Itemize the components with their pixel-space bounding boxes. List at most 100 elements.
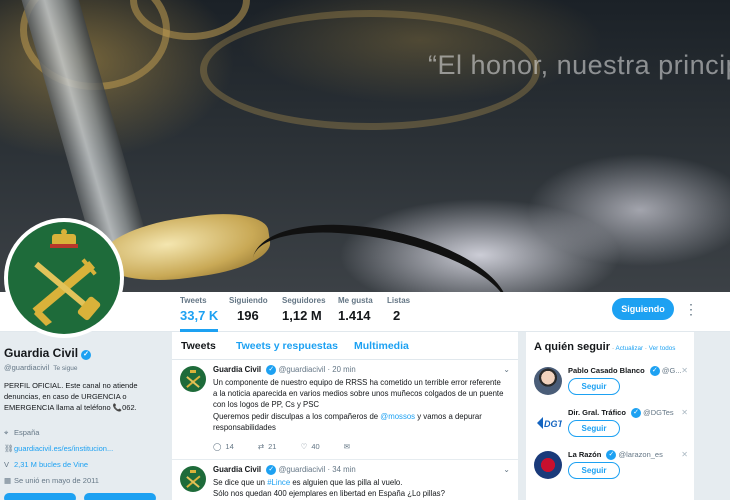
avatar[interactable]	[534, 451, 562, 479]
tab-tweets-replies[interactable]: Tweets y respuestas	[236, 340, 338, 352]
suggestion-handle: @G...	[661, 366, 682, 375]
tweet-text: Un componente de nuestro equipo de RRSS …	[213, 377, 505, 433]
vine-link[interactable]: 2,31 M bucles de Vine	[14, 460, 88, 469]
tweet-actions: ◯ 14 ⇄ 21 ♡ 40 ✉	[213, 442, 376, 451]
link-icon: ⛓	[4, 444, 14, 453]
retweet-button[interactable]: ⇄ 21	[258, 442, 277, 451]
tweet-time[interactable]: · 34 min	[328, 465, 356, 474]
calendar-icon: ▦	[4, 476, 12, 485]
tab-tweets[interactable]: Tweets	[181, 340, 216, 352]
retweet-icon: ⇄	[257, 442, 265, 451]
follow-button[interactable]: Seguir	[568, 420, 620, 437]
verified-badge-icon: ✓	[266, 465, 277, 475]
profile-card: Guardia Civil ✓ @guardiacivil Te sigue PE…	[0, 332, 168, 500]
send-message-button[interactable]	[84, 493, 156, 500]
verified-badge-icon: ✓	[631, 408, 642, 418]
follow-button[interactable]: Seguir	[568, 378, 620, 395]
tweet-handle[interactable]: @guardiacivil	[278, 465, 325, 474]
suggestion-handle: @DGTes	[643, 408, 674, 417]
tweet-author[interactable]: Guardia Civil	[213, 365, 261, 374]
location-pin-icon: ⌖	[4, 428, 9, 437]
stat-value: 2	[393, 308, 401, 323]
suggestion-display-name[interactable]: Pablo Casado Blanco	[568, 366, 645, 375]
stat-value: 33,7 K	[180, 308, 219, 323]
who-to-follow: A quién seguir · Actualizar · Ver todos …	[526, 332, 694, 500]
heart-icon: ♡	[300, 442, 308, 451]
profile-avatar[interactable]	[4, 218, 124, 338]
reply-icon: ◯	[213, 442, 222, 451]
hashtag-link[interactable]: #Lince	[267, 478, 290, 487]
more-options-icon[interactable]: ⋮	[684, 300, 698, 318]
website-link[interactable]: guardiacivil.es/es/institucion...	[14, 444, 113, 453]
stat-lists[interactable]: Listas 2	[387, 296, 410, 323]
avatar[interactable]: DGT	[534, 409, 562, 437]
wtf-links: · Actualizar · Ver todos	[612, 345, 676, 352]
suggestion-handle: @larazon_es	[618, 450, 663, 459]
suggestion-item: DGT Dir. Gral. Tráfico ✓ @DGTes Seguir ✕	[526, 406, 694, 448]
stat-label: Listas	[387, 296, 411, 305]
profile-website: ⛓guardiacivil.es/es/institucion...	[4, 444, 113, 453]
chevron-down-icon[interactable]: ⌄	[503, 365, 510, 374]
suggestion-item: La Razón ✓ @larazon_es Seguir ✕	[526, 448, 694, 490]
view-all-link[interactable]: Ver todos	[649, 345, 676, 352]
tweet-paragraph: Se dice que un #Lince es alguien que las…	[213, 477, 505, 488]
verified-badge-icon: ✓	[649, 366, 660, 376]
verified-badge-icon: ✓	[606, 450, 617, 460]
dgt-logo-icon: DGT	[537, 417, 562, 429]
stat-value: 1.414	[338, 308, 371, 323]
follows-you-badge: Te sigue	[53, 365, 78, 372]
close-icon[interactable]: ✕	[681, 366, 688, 375]
suggestion-display-name[interactable]: La Razón	[568, 450, 601, 459]
profile-location: ⌖ España	[4, 428, 39, 438]
wtf-title: A quién seguir	[534, 341, 610, 353]
tweet-handle[interactable]: @guardiacivil	[278, 365, 325, 374]
tweet-text: Se dice que un #Lince es alguien que las…	[213, 477, 505, 499]
stat-likes[interactable]: Me gusta 1.414	[338, 296, 373, 323]
tweet-avatar[interactable]	[180, 366, 206, 392]
suggestion-display-name[interactable]: Dir. Gral. Tráfico	[568, 408, 626, 417]
reply-button[interactable]: ◯ 14	[213, 442, 234, 451]
stat-followers[interactable]: Seguidores 1,12 M	[282, 296, 326, 323]
guardia-civil-emblem-icon	[186, 470, 201, 488]
stat-following[interactable]: Siguiendo 196	[229, 296, 268, 323]
tweet-paragraph: Sólo nos quedan 400 ejemplares en libert…	[213, 489, 445, 499]
tweet-author[interactable]: Guardia Civil	[213, 465, 261, 474]
message-button[interactable]: ✉	[344, 442, 354, 451]
mention-link[interactable]: @mossos	[380, 412, 415, 421]
profile-name[interactable]: Guardia Civil ✓	[4, 346, 92, 360]
guardia-civil-emblem-icon	[32, 229, 101, 326]
profile-handle: @guardiacivil Te sigue	[4, 363, 78, 372]
profile-bio: PERFIL OFICIAL. Este canal no atiende de…	[4, 381, 138, 412]
close-icon[interactable]: ✕	[681, 450, 688, 459]
tweet-paragraph: Un componente de nuestro equipo de RRSS …	[213, 378, 504, 410]
tweet-to-button[interactable]	[4, 493, 76, 500]
stat-tweets[interactable]: Tweets 33,7 K	[180, 296, 219, 332]
avatar[interactable]	[534, 367, 562, 395]
profile-name-text: Guardia Civil	[4, 346, 79, 360]
vine-icon: V	[4, 460, 10, 469]
verified-badge-icon: ✓	[81, 350, 92, 360]
tweet-avatar[interactable]	[180, 466, 206, 492]
stat-label: Tweets	[180, 296, 207, 305]
stat-value: 1,12 M	[282, 308, 322, 323]
tweet-time[interactable]: · 20 min	[328, 365, 356, 374]
tweet-text-part: Se dice que un	[213, 478, 268, 487]
like-button[interactable]: ♡ 40	[301, 442, 320, 451]
refresh-link[interactable]: Actualizar	[616, 345, 644, 352]
like-count: 40	[311, 442, 320, 451]
tweet[interactable]: Guardia Civil ✓ @guardiacivil · 20 min ⌄…	[172, 360, 518, 460]
suggestion-name: Pablo Casado Blanco ✓ @G...	[568, 366, 682, 376]
stat-value: 196	[237, 308, 259, 323]
chevron-down-icon[interactable]: ⌄	[503, 465, 510, 474]
suggestion-name: Dir. Gral. Tráfico ✓ @DGTes	[568, 408, 674, 418]
close-icon[interactable]: ✕	[681, 408, 688, 417]
suggestion-item: Pablo Casado Blanco ✓ @G... Seguir ✕	[526, 364, 694, 406]
follow-button[interactable]: Seguir	[568, 462, 620, 479]
tweet-text-part: Queremos pedir disculpas a los compañero…	[213, 411, 381, 421]
stat-label: Seguidores	[282, 296, 326, 305]
reply-count: 14	[225, 442, 234, 451]
tab-media[interactable]: Multimedia	[354, 340, 409, 352]
following-button[interactable]: Siguiendo	[612, 298, 674, 320]
joined-text: Se unió en mayo de 2011	[14, 476, 99, 485]
tweet[interactable]: Guardia Civil ✓ @guardiacivil · 34 min ⌄…	[172, 460, 518, 500]
